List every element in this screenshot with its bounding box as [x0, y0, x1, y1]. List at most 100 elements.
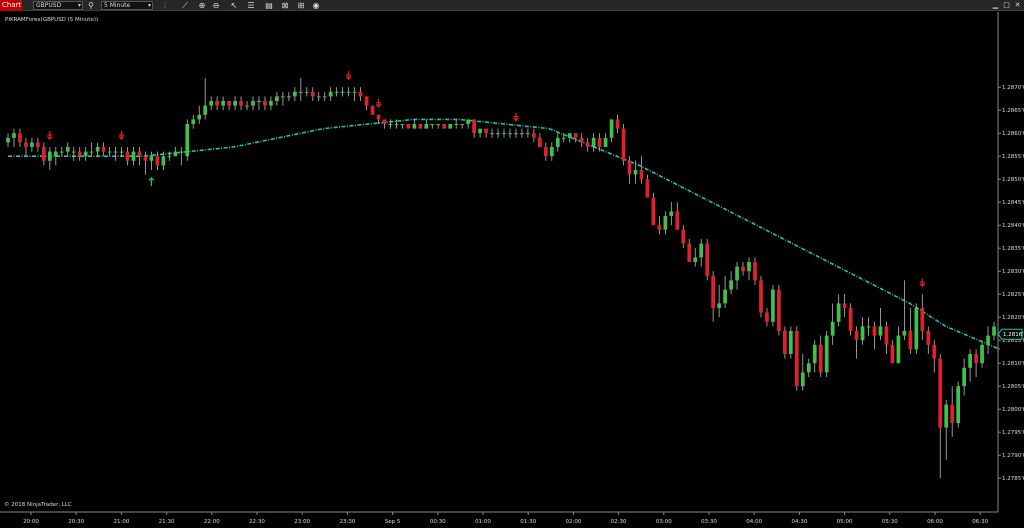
candle-body [962, 367, 966, 387]
y-tick-label: 1.2855'0 [1002, 154, 1024, 160]
candle-body [986, 335, 990, 345]
candle-body [316, 96, 321, 98]
candle-body [143, 156, 148, 161]
candle-body [394, 124, 399, 125]
candle-body [490, 133, 494, 135]
candle-body [597, 137, 602, 147]
y-tick-label: 1.2825'0 [1002, 292, 1024, 298]
candle-body [591, 137, 596, 147]
candle-body [496, 133, 500, 135]
candle-body [777, 289, 781, 331]
y-tick-label: 1.2805'0 [1002, 384, 1024, 390]
candle-body [854, 331, 859, 341]
candle-body [532, 133, 536, 138]
candle-body [872, 326, 877, 336]
x-tick-label: 01:30 [520, 519, 536, 525]
candle-body [167, 156, 172, 158]
candle-body [442, 124, 447, 129]
candle-body [310, 91, 315, 97]
bar-type-icon[interactable]: ⫶ [160, 1, 170, 10]
candle-body [197, 114, 202, 120]
candle-body [191, 119, 196, 124]
data-box-icon[interactable]: ⊞ [296, 1, 306, 10]
candle-body [561, 137, 566, 139]
x-tick-label: 03:00 [656, 519, 672, 525]
candle-body [950, 404, 955, 423]
candle-body [18, 133, 22, 143]
candle-body [185, 124, 190, 157]
candle-body [699, 243, 704, 258]
candle-body [526, 133, 530, 135]
candle-body [65, 147, 70, 152]
zoom-in-icon[interactable]: ⊕ [197, 1, 207, 10]
candle-body [275, 96, 279, 101]
search-icon[interactable]: ⚲ [86, 1, 96, 10]
candle-body [292, 91, 297, 97]
candle-body [364, 96, 369, 106]
x-tick-label: 06:30 [972, 519, 988, 525]
x-tick-label: Sep 5 [385, 519, 401, 525]
candle-body [472, 119, 476, 134]
chevron-down-icon: ▾ [147, 2, 151, 9]
candle-body [382, 119, 387, 124]
candle-body [555, 137, 560, 147]
candle-body [113, 151, 118, 153]
draw-tool-icon[interactable]: ⟋ [180, 1, 190, 10]
candle-body [257, 101, 261, 102]
candle-body [908, 331, 913, 350]
properties-icon[interactable]: ☰ [246, 1, 256, 10]
candle-body [747, 262, 751, 272]
strategies-icon[interactable]: ▤ [264, 1, 274, 10]
candle-body [304, 91, 309, 93]
candle-body [53, 151, 58, 157]
candle-body [567, 133, 572, 138]
instrument-selector[interactable]: GBPUSD ▾ [33, 1, 83, 10]
candle-body [806, 363, 811, 373]
y-tick-label: 1.2845'0 [1002, 200, 1024, 206]
chart-tab[interactable]: Chart [0, 0, 22, 11]
x-tick-label: 05:00 [837, 519, 853, 525]
candle-body [281, 96, 285, 98]
attach-icon[interactable]: ⊠ [280, 1, 290, 10]
y-tick-label: 1.2785'0 [1002, 476, 1024, 482]
y-tick-label: 1.2865'0 [1002, 108, 1024, 114]
cursor-icon[interactable]: ↖ [229, 1, 239, 10]
y-tick-label: 1.2830'0 [1002, 269, 1024, 275]
candlestick-chart[interactable]: 1.2870'0 1.2865'0 1.2860'0 1.2855'0 1.2850'0… [0, 12, 1024, 528]
candle-body [478, 128, 482, 134]
candle-body [944, 404, 949, 428]
x-tick-label: 23:30 [339, 519, 355, 525]
candle-body [448, 124, 453, 129]
candle-body [860, 326, 865, 341]
interval-value: 5 Minute [104, 2, 131, 9]
close-icon[interactable]: ✕ [1013, 1, 1022, 10]
zoom-out-icon[interactable]: ⊖ [211, 1, 221, 10]
x-tick-label: 22:30 [249, 519, 265, 525]
candle-body [418, 124, 423, 129]
candle-body [179, 151, 184, 153]
x-tick-label: 01:00 [475, 519, 491, 525]
candle-body [508, 133, 512, 135]
candle-body [101, 147, 106, 152]
candle-body [639, 170, 644, 180]
candle-body [233, 101, 237, 106]
candle-body [209, 101, 214, 106]
tab-add-icon[interactable]: ◉ [311, 1, 321, 10]
minimize-icon[interactable]: ▁ [991, 1, 1000, 10]
chart-toolbar: Chart GBPUSD ▾ ⚲ 5 Minute ▾ ⫶ ⟋ ⊕ ⊖ ↖ ☰ … [0, 0, 1024, 11]
candle-body [263, 101, 267, 106]
candle-body [878, 326, 883, 336]
candle-body [155, 156, 160, 166]
maximize-icon[interactable]: □ [1002, 1, 1011, 10]
candle-body [783, 331, 787, 354]
candle-body [239, 101, 243, 106]
candle-body [543, 147, 548, 157]
interval-selector[interactable]: 5 Minute ▾ [101, 1, 153, 10]
x-tick-label: 20:00 [23, 519, 39, 525]
candle-body [137, 151, 142, 157]
candle-body [753, 262, 757, 281]
candle-body [549, 147, 554, 157]
y-tick-label: 1.2850'0 [1002, 177, 1024, 183]
candle-body [938, 358, 943, 428]
y-tick-label: 1.2860'0 [1002, 131, 1024, 137]
